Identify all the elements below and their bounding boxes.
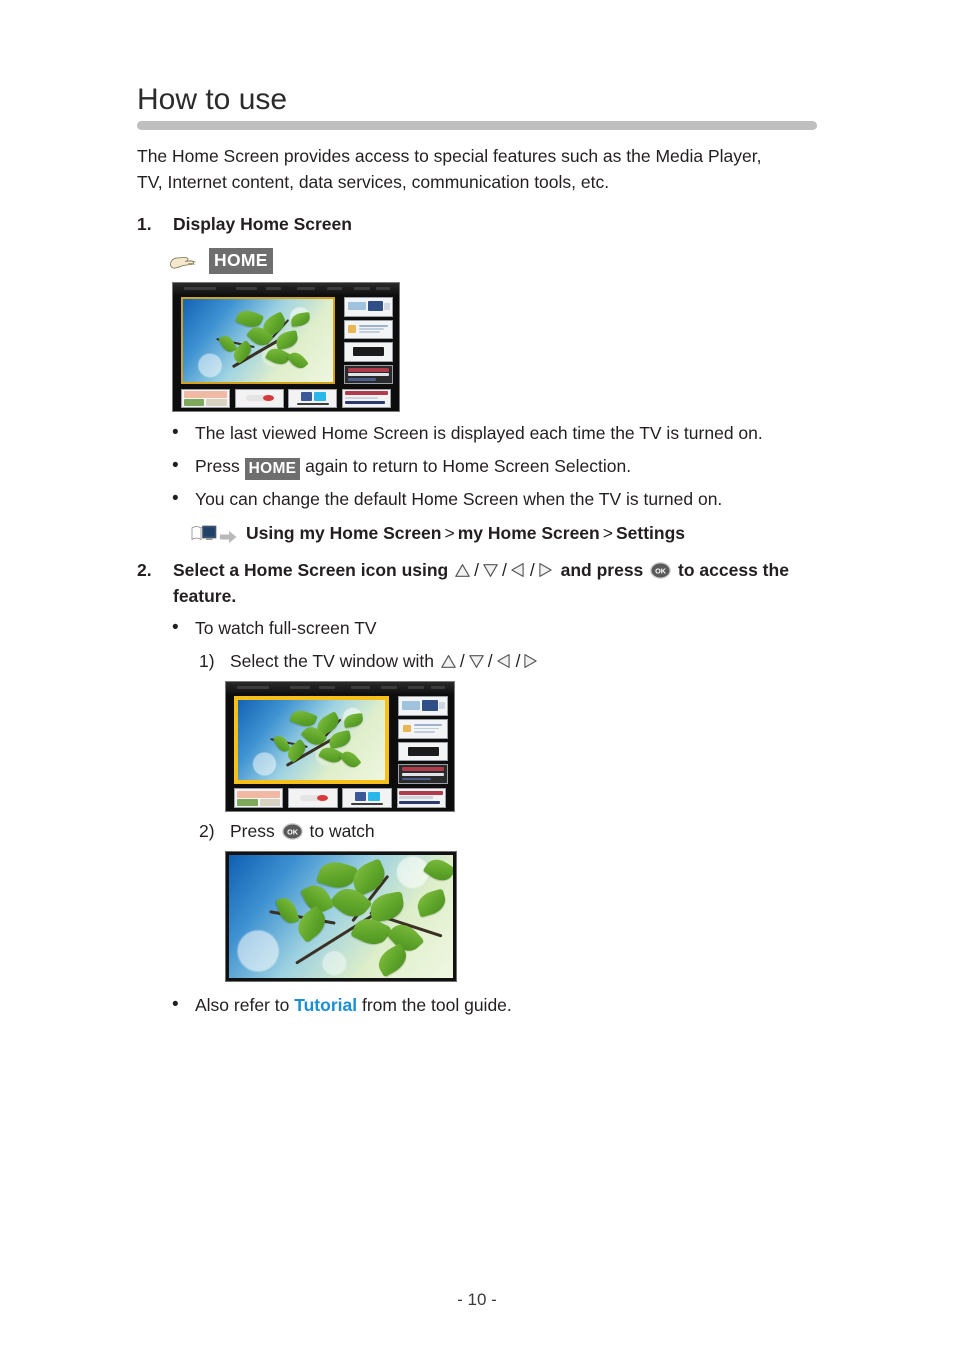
bullet-item: • You can change the default Home Screen…: [172, 486, 817, 512]
triangle-left-icon: [510, 559, 527, 577]
bottom-panel-item: [342, 388, 392, 408]
side-panel-item: [343, 342, 394, 362]
manual-book-icon: [191, 524, 217, 542]
ok-button-icon: OK: [281, 821, 303, 840]
tv-menu-bar: [226, 682, 454, 694]
tv-menu-bar: [173, 283, 399, 295]
step-2-bullets: • To watch full-screen TV: [172, 615, 817, 641]
bottom-panel-item: [233, 788, 284, 808]
side-panel-item: [343, 364, 394, 385]
title-divider: [137, 121, 817, 130]
side-panel-item: [398, 764, 449, 784]
substep-1-text-before: Select the TV window with: [230, 651, 434, 671]
bullet-text: The last viewed Home Screen is displayed…: [195, 423, 763, 443]
tv-window-panel: [180, 297, 335, 385]
bullet-dot: •: [172, 422, 179, 443]
bullet-dot: •: [172, 994, 179, 1015]
bottom-panel-social: [342, 788, 392, 808]
substep-2-text-before: Press: [230, 821, 275, 841]
triangle-down-icon: [468, 650, 485, 668]
pointing-hand-icon: [168, 251, 198, 272]
step-1: 1. Display Home Screen: [137, 211, 817, 237]
side-panel-item: [398, 718, 449, 739]
intro-paragraph: The Home Screen provides access to speci…: [137, 146, 762, 192]
page-title: How to use: [137, 83, 288, 116]
page-content: How to use The Home Screen provides acce…: [137, 82, 817, 1025]
bullet-text-before: Press: [195, 456, 245, 476]
bullet-text-after: again to return to Home Screen Selection…: [300, 456, 632, 476]
bottom-panel-item: [288, 788, 338, 808]
triangle-left-icon: [496, 650, 513, 668]
substep-2-text: Press OK to watch: [230, 818, 817, 844]
document-page: How to use The Home Screen provides acce…: [0, 0, 954, 1350]
substep-2-number: 2): [199, 821, 215, 841]
substep-1: 1) Select the TV window with / / /: [199, 648, 817, 674]
substep-1-number: 1): [199, 651, 215, 671]
tv-picture: [228, 854, 454, 979]
side-panel-item: [398, 696, 449, 716]
final-bullet-before: Also refer to: [195, 995, 295, 1015]
bullet-item: • To watch full-screen TV: [172, 615, 817, 641]
tv-side-panels: [343, 297, 394, 385]
bottom-panel-item: [234, 388, 284, 408]
svg-text:OK: OK: [655, 567, 667, 576]
path-separator: >: [444, 523, 455, 543]
bullet-text: Press HOME again to return to Home Scree…: [195, 453, 817, 480]
bullet-dot: •: [172, 455, 179, 476]
triangle-right-icon: [538, 559, 555, 577]
svg-text:OK: OK: [287, 828, 299, 837]
bullet-dot: •: [172, 488, 179, 509]
arrow-right-icon: [220, 526, 237, 543]
bullet-text: To watch full-screen TV: [195, 618, 377, 638]
substep-1-text: Select the TV window with / / /: [230, 648, 817, 674]
page-number: - 10 -: [457, 1290, 497, 1309]
home-key-inline[interactable]: HOME: [244, 458, 301, 480]
bullet-item: • Also refer to Tutorial from the tool g…: [172, 992, 817, 1018]
tv-bottom-panels: [180, 388, 392, 408]
step-1-heading: Display Home Screen: [173, 214, 352, 234]
path-separator: >: [602, 523, 613, 543]
triangle-up-icon: [440, 650, 457, 668]
step-2: 2. Select a Home Screen icon using / / /…: [137, 557, 817, 609]
side-panel-item: [398, 741, 449, 762]
bullet-text: You can change the default Home Screen w…: [195, 489, 723, 509]
bottom-panel-item: [396, 788, 446, 808]
bottom-panel-item: [180, 388, 230, 408]
step-2-heading-part2: and press: [560, 560, 644, 580]
bullet-text: Also refer to Tutorial from the tool gui…: [195, 992, 817, 1018]
step-2-number: 2.: [137, 560, 152, 580]
home-key-button[interactable]: HOME: [209, 248, 273, 274]
full-screen-tv-image: [225, 851, 457, 982]
step-2-heading: Select a Home Screen icon using / / / an…: [173, 559, 789, 606]
bullet-item: • Press HOME again to return to Home Scr…: [172, 453, 817, 480]
final-bullet-after: from the tool guide.: [357, 995, 512, 1015]
path-part-1[interactable]: Using my Home Screen: [246, 521, 441, 545]
triangle-down-icon: [482, 559, 499, 577]
home-key-row: HOME: [168, 248, 817, 274]
side-panel-item: [343, 319, 394, 340]
bottom-panel-social: [288, 388, 338, 408]
bullet-item: • The last viewed Home Screen is display…: [172, 420, 817, 446]
step-1-number: 1.: [137, 214, 152, 234]
substep-2-text-after: to watch: [309, 821, 375, 841]
side-panel-item: [343, 297, 394, 317]
tv-bottom-panels: [233, 788, 446, 808]
step-2-heading-part1: Select a Home Screen icon using: [173, 560, 449, 580]
substep-2: 2) Press OK to watch: [199, 818, 817, 844]
tutorial-link[interactable]: Tutorial: [294, 995, 357, 1015]
step-2-final-bullets: • Also refer to Tutorial from the tool g…: [172, 992, 817, 1018]
bullet-dot: •: [172, 617, 179, 638]
triangle-right-icon: [523, 650, 540, 668]
home-screen-image-2: [225, 681, 455, 812]
tv-window-panel-selected[interactable]: [233, 696, 389, 784]
triangle-up-icon: [454, 559, 471, 577]
step-1-bullets: • The last viewed Home Screen is display…: [172, 420, 817, 512]
ok-button-icon: OK: [650, 560, 672, 579]
tv-side-panels: [398, 696, 449, 784]
path-part-2[interactable]: my Home Screen: [458, 521, 600, 545]
path-part-3[interactable]: Settings: [616, 521, 685, 545]
home-screen-image-1: [172, 282, 400, 412]
navigation-path: Using my Home Screen > my Home Screen > …: [191, 521, 817, 545]
